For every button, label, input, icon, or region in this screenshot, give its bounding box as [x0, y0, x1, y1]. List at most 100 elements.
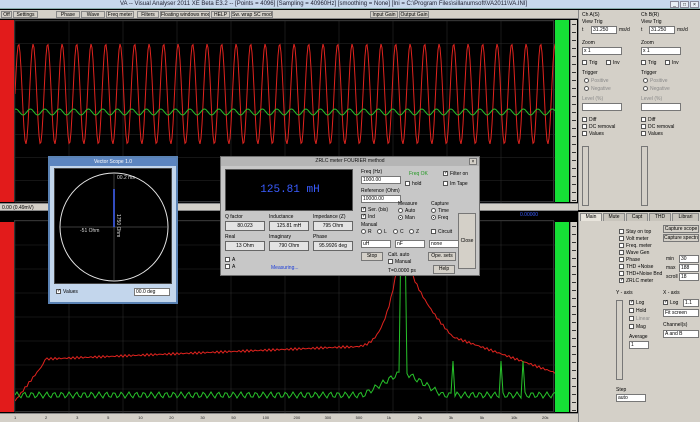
y-linear-checkbox[interactable]	[629, 316, 634, 321]
tab-main[interactable]: Main	[580, 213, 602, 221]
thd-noise-bnd-checkbox[interactable]	[619, 271, 624, 276]
ch-b-trigger-positive-radio[interactable]	[643, 78, 648, 83]
max-input[interactable]: 188	[679, 264, 699, 272]
capture-spectrum-button[interactable]: Capture spectrum	[663, 234, 699, 242]
y-hold-checkbox[interactable]	[629, 308, 634, 313]
ch-a-trigger-negative-radio[interactable]	[584, 86, 589, 91]
y-log-checkbox[interactable]	[629, 299, 634, 305]
zrlc-meter-dialog[interactable]: ZRLC meter FOURIER method × 125.81 mH Fr…	[220, 156, 480, 276]
average-input[interactable]: 1	[629, 341, 649, 349]
zrlc-circuit-checkbox[interactable]	[431, 229, 436, 234]
zrlc-unit-b-select[interactable]: nF	[395, 240, 425, 248]
tab-librari[interactable]: Librari	[672, 213, 699, 221]
ch-a-trigger-positive-radio[interactable]	[584, 78, 589, 83]
channels-select[interactable]: A and B	[663, 330, 699, 338]
ruler-tick	[572, 258, 576, 259]
ruler-tick	[572, 136, 576, 137]
zrlc-stop-button[interactable]: Stop	[361, 252, 383, 261]
ch-b-level-slider[interactable]	[641, 146, 648, 206]
ch-a-trig-checkbox[interactable]	[582, 60, 587, 65]
toolbar-settings-button[interactable]: Settings	[13, 11, 38, 18]
zrlc-series-checkbox[interactable]	[361, 206, 366, 212]
ch-a-inv-checkbox[interactable]	[606, 60, 611, 65]
ch-a-values-checkbox[interactable]	[582, 131, 587, 136]
ch-b-diff-checkbox[interactable]	[641, 117, 646, 122]
zrlc-unit-c-select[interactable]: none	[429, 240, 459, 248]
zrlc-measure-auto-radio[interactable]	[398, 208, 403, 213]
vector-scope-values-checkbox[interactable]	[56, 288, 61, 294]
tab-capt[interactable]: Capt	[626, 213, 648, 221]
zrlc-manual-z-radio[interactable]	[409, 229, 414, 234]
x-log-checkbox[interactable]	[663, 299, 668, 305]
zrlc-reference-input[interactable]: 10000.00	[361, 195, 401, 203]
toolbar-freq-meter-button[interactable]: Freq meter	[106, 11, 134, 18]
zrlc-capture-time-radio[interactable]	[431, 208, 436, 213]
ch-a-dc-removal-checkbox[interactable]	[582, 124, 587, 129]
wave-gen-checkbox[interactable]	[619, 250, 624, 255]
ch-a-diff-checkbox[interactable]	[582, 117, 587, 122]
zrlc-manual-c-radio[interactable]	[393, 229, 398, 234]
ch-b-time-input[interactable]: 31.250	[649, 26, 675, 34]
minimize-icon[interactable]: _	[670, 1, 679, 8]
toolbar-off-button[interactable]: Off	[1, 11, 12, 18]
ch-b-level-input[interactable]	[641, 103, 681, 111]
zrlc-hold-checkbox[interactable]	[405, 181, 410, 186]
ch-a-time-input[interactable]: 31.250	[591, 26, 617, 34]
zrlc-ind-checkbox[interactable]	[361, 213, 366, 219]
toolbar-phase-button[interactable]: Phase	[56, 11, 80, 18]
y-mag-checkbox[interactable]	[629, 324, 634, 329]
tab-thd[interactable]: THD	[649, 213, 671, 221]
ch-a-level-slider[interactable]	[582, 146, 589, 206]
phase-checkbox[interactable]	[619, 257, 624, 262]
zrlc-manual-r-radio[interactable]	[361, 229, 366, 234]
toolbar-filters-button[interactable]: Filters	[137, 11, 159, 18]
ch-b-trigger-positive-label: Positive	[650, 78, 668, 84]
zrlc-capture-freq-radio[interactable]	[431, 215, 436, 220]
fit-screen-select[interactable]: Fit screen	[663, 309, 699, 317]
ch-b-zoom-select[interactable]: x 1	[641, 47, 681, 55]
toolbar-output-gain-button[interactable]: Output Gain	[399, 11, 429, 18]
volt-meter-checkbox[interactable]	[619, 236, 624, 241]
toolbar-input-gain-button[interactable]: Input Gain	[370, 11, 398, 18]
zrlc-help-button[interactable]: Help	[433, 265, 455, 274]
zrlc-meter-checkbox[interactable]	[619, 277, 624, 283]
toolbar-floating-mode-button[interactable]: Floating windows mode	[160, 11, 210, 18]
scroll-input[interactable]: 18	[679, 273, 699, 281]
zrlc-manual-checkbox[interactable]	[388, 259, 393, 264]
toolbar-help-button[interactable]: HELP	[211, 11, 230, 18]
zrlc-measure-man-radio[interactable]	[398, 215, 403, 220]
toolbar-wave-button[interactable]: Wave	[81, 11, 105, 18]
ch-b-values-checkbox[interactable]	[641, 131, 646, 136]
ch-a-zoom-select[interactable]: x 1	[582, 47, 622, 55]
zrlc-b-checkbox[interactable]	[225, 264, 230, 269]
capture-scope-button[interactable]: Capture scope	[663, 225, 699, 233]
freq-meter-checkbox[interactable]	[619, 243, 624, 248]
thd-noise-checkbox[interactable]	[619, 264, 624, 269]
x-scale-select[interactable]: 1.1	[683, 299, 699, 307]
min-input[interactable]: 30	[679, 255, 699, 263]
ch-b-inv-checkbox[interactable]	[665, 60, 670, 65]
zrlc-im-tape-checkbox[interactable]	[443, 181, 448, 186]
ch-b-trig-checkbox[interactable]	[641, 60, 646, 65]
scope-status-text: 0.00 (0.49mV)	[2, 205, 34, 211]
zrlc-filter-checkbox[interactable]	[443, 170, 448, 176]
maximize-icon[interactable]: □	[680, 1, 689, 8]
zrlc-open-sets-button[interactable]: Ope. sets	[428, 252, 456, 261]
zrlc-side-close-button[interactable]: Close	[458, 213, 476, 269]
zrlc-close-icon[interactable]: ×	[469, 158, 477, 165]
zrlc-unit-a-select[interactable]: uH	[361, 240, 391, 248]
zrlc-freq-input[interactable]: 1000.00	[361, 176, 401, 184]
y-axis-slider[interactable]	[616, 300, 623, 380]
step-select[interactable]: auto	[616, 394, 646, 402]
toolbar-sw-wrap-button[interactable]: Sw. wrap SC mode	[231, 11, 273, 18]
stay-on-top-checkbox[interactable]	[619, 229, 624, 234]
ch-b-trigger-negative-radio[interactable]	[643, 86, 648, 91]
ch-b-dc-removal-checkbox[interactable]	[641, 124, 646, 129]
close-icon[interactable]: ×	[690, 1, 699, 8]
vector-scope-window[interactable]: Vector Scope 1.0 00.2 ms 1750 Ohm -51 Oh…	[48, 156, 178, 304]
zrlc-manual-l-radio[interactable]	[377, 229, 382, 234]
ch-a-dc-removal-label: DC removal	[589, 124, 616, 130]
ch-a-level-input[interactable]	[582, 103, 622, 111]
tab-mute[interactable]: Mute	[603, 213, 625, 221]
zrlc-ab-checkbox[interactable]	[225, 257, 230, 262]
